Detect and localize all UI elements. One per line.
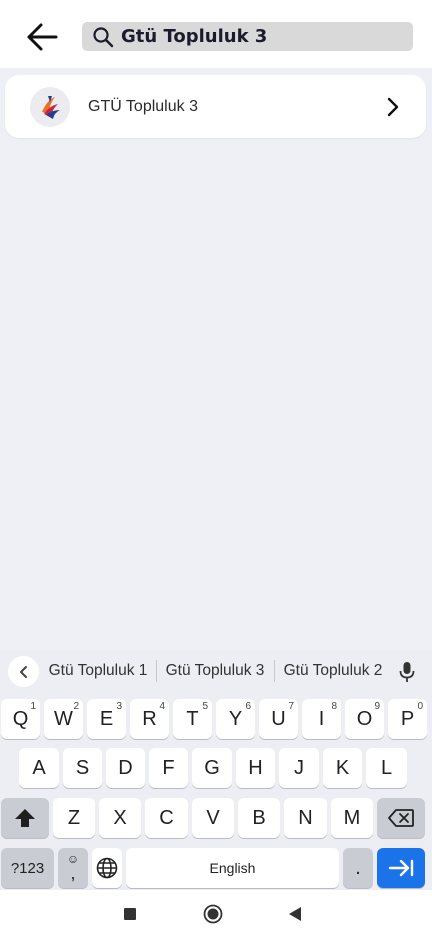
chevron-left-icon	[19, 665, 27, 678]
key-u[interactable]: U7	[259, 699, 298, 739]
key-b[interactable]: B	[238, 798, 280, 838]
back-nav-button[interactable]	[283, 902, 307, 926]
home-button[interactable]	[201, 902, 225, 926]
emoji-comma-key[interactable]: ☺ ,	[58, 848, 88, 888]
enter-key[interactable]	[377, 848, 425, 888]
backspace-icon	[388, 809, 414, 827]
suggestion-divider	[274, 660, 275, 682]
suggestion-2[interactable]: Gtü Topluluk 3	[158, 650, 272, 692]
tab-arrow-icon	[388, 859, 414, 877]
arrow-left-icon	[27, 23, 58, 51]
key-q[interactable]: Q1	[1, 699, 40, 739]
suggestion-divider	[156, 660, 157, 682]
community-logo	[30, 86, 70, 127]
result-item[interactable]: GTÜ Topluluk 3	[5, 75, 426, 138]
globe-icon	[96, 857, 118, 879]
key-x[interactable]: X	[99, 798, 141, 838]
keyboard: Gtü Topluluk 1 Gtü Topluluk 3 Gtü Toplul…	[0, 650, 432, 890]
search-bar[interactable]	[82, 22, 413, 51]
triangle-back-icon	[289, 907, 301, 921]
key-c[interactable]: C	[145, 798, 188, 838]
period-key[interactable]: .	[343, 848, 373, 888]
key-t[interactable]: T5	[173, 699, 212, 739]
top-bar	[0, 0, 432, 68]
suggestion-3[interactable]: Gtü Topluluk 2	[276, 650, 390, 692]
key-v[interactable]: V	[192, 798, 234, 838]
key-z[interactable]: Z	[53, 798, 95, 838]
key-g[interactable]: G	[192, 748, 232, 788]
key-r[interactable]: R4	[130, 699, 169, 739]
suggestion-1[interactable]: Gtü Topluluk 1	[42, 650, 154, 692]
key-k[interactable]: K	[323, 748, 362, 788]
backspace-key[interactable]	[377, 798, 425, 838]
mic-icon[interactable]	[396, 660, 418, 684]
key-j[interactable]: J	[279, 748, 319, 788]
suggestions-back-button[interactable]	[8, 656, 39, 687]
shift-key[interactable]	[1, 798, 49, 838]
space-key[interactable]: English	[126, 848, 339, 888]
key-o[interactable]: O9	[345, 699, 384, 739]
key-i[interactable]: I8	[302, 699, 341, 739]
key-l[interactable]: L	[366, 748, 407, 788]
chevron-right-icon	[386, 97, 400, 117]
recents-button[interactable]	[118, 902, 142, 926]
key-m[interactable]: M	[331, 798, 373, 838]
key-d[interactable]: D	[106, 748, 145, 788]
symbols-key[interactable]: ?123	[1, 848, 54, 888]
key-e[interactable]: E3	[87, 699, 126, 739]
key-s[interactable]: S	[63, 748, 102, 788]
search-input[interactable]	[121, 26, 401, 47]
key-h[interactable]: H	[236, 748, 275, 788]
home-circle-icon	[203, 904, 223, 924]
key-a[interactable]: A	[19, 748, 59, 788]
language-key[interactable]	[92, 848, 122, 888]
system-nav-bar	[0, 890, 432, 938]
result-title: GTÜ Topluluk 3	[88, 97, 198, 115]
shift-icon	[15, 809, 35, 827]
search-icon	[92, 26, 114, 48]
key-p[interactable]: P0	[388, 699, 427, 739]
key-f[interactable]: F	[149, 748, 188, 788]
key-n[interactable]: N	[284, 798, 327, 838]
key-w[interactable]: W2	[44, 699, 83, 739]
square-icon	[124, 908, 136, 920]
back-button[interactable]	[22, 18, 62, 56]
key-y[interactable]: Y6	[216, 699, 255, 739]
suggestion-bar: Gtü Topluluk 1 Gtü Topluluk 3 Gtü Toplul…	[0, 650, 432, 692]
